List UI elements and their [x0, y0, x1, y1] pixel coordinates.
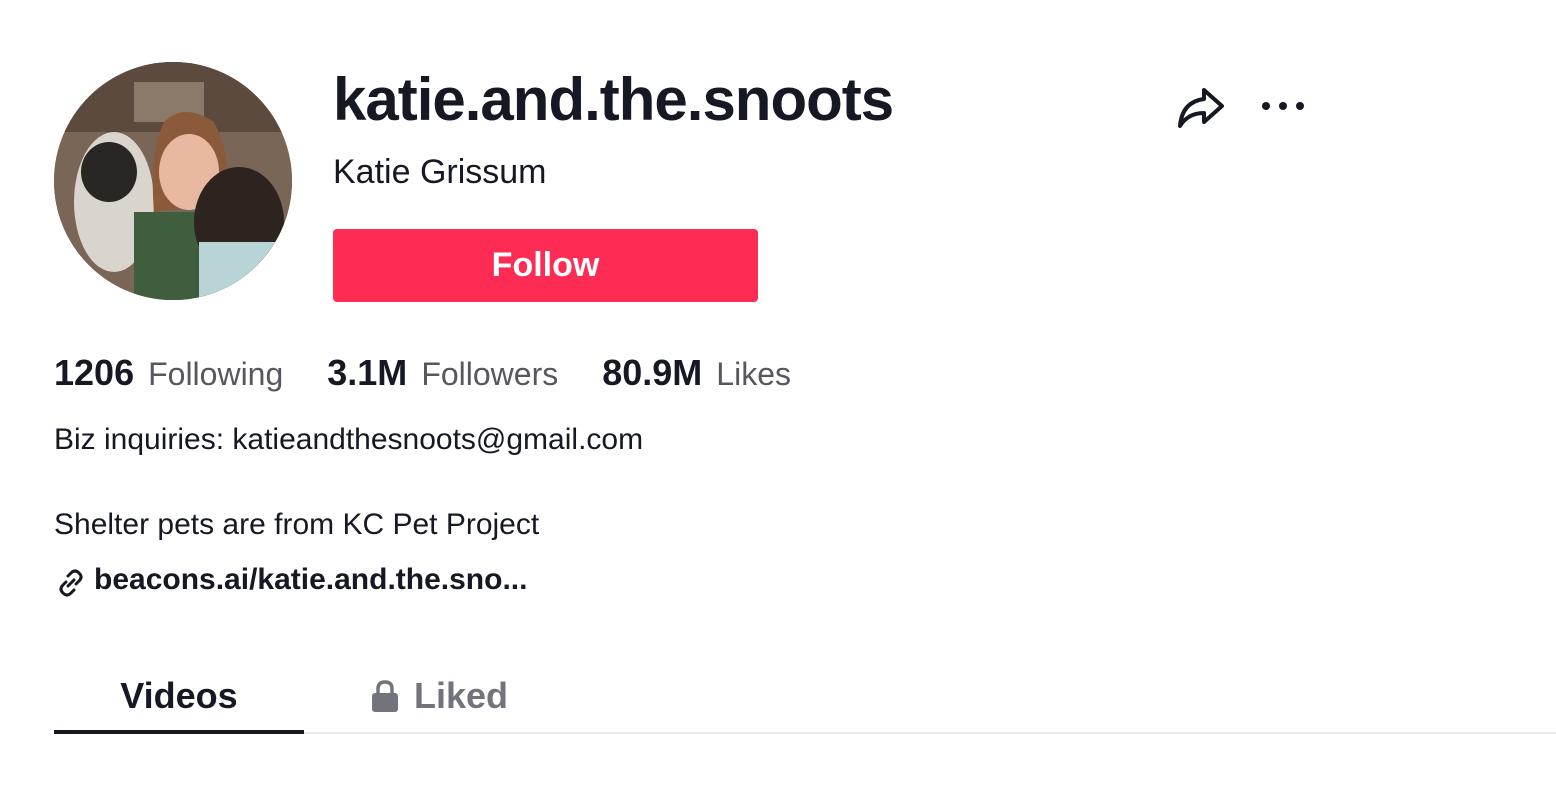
profile-tabs: Videos Liked — [54, 660, 1556, 734]
stat-followers[interactable]: 3.1M Followers — [327, 350, 558, 397]
share-icon[interactable] — [1176, 84, 1226, 130]
link-icon — [59, 569, 83, 597]
stat-following-count: 1206 — [54, 352, 135, 393]
tab-active-indicator — [54, 730, 304, 734]
stat-likes-label: Likes — [716, 356, 791, 392]
avatar[interactable] — [54, 62, 292, 300]
tab-liked[interactable]: Liked — [354, 660, 524, 732]
avatar-image — [54, 62, 292, 300]
stat-following-label: Following — [148, 356, 284, 392]
follow-button[interactable]: Follow — [333, 229, 758, 302]
more-icon[interactable] — [1258, 95, 1308, 117]
stat-followers-label: Followers — [421, 356, 559, 392]
stat-following[interactable]: 1206 Following — [54, 350, 283, 397]
stat-likes: 80.9M Likes — [602, 350, 791, 397]
profile-username: katie.and.the.snoots — [333, 66, 894, 133]
bio-link-text[interactable]: beacons.ai/katie.and.the.sno... — [94, 563, 527, 597]
bio-link[interactable]: beacons.ai/katie.and.the.sno... — [54, 560, 527, 600]
stat-likes-count: 80.9M — [602, 352, 703, 393]
profile-stats: 1206 Following 3.1M Followers 80.9M Like… — [54, 350, 835, 397]
tab-videos-label: Videos — [120, 675, 238, 716]
tab-videos[interactable]: Videos — [54, 660, 304, 732]
bio-line-2: Shelter pets are from KC Pet Project — [54, 508, 540, 541]
stat-followers-count: 3.1M — [327, 352, 408, 393]
bio-line-1: Biz inquiries: katieandthesnoots@gmail.c… — [54, 423, 644, 456]
lock-icon — [371, 680, 398, 712]
profile-nickname: Katie Grissum — [333, 153, 547, 191]
tab-liked-label: Liked — [413, 675, 509, 716]
